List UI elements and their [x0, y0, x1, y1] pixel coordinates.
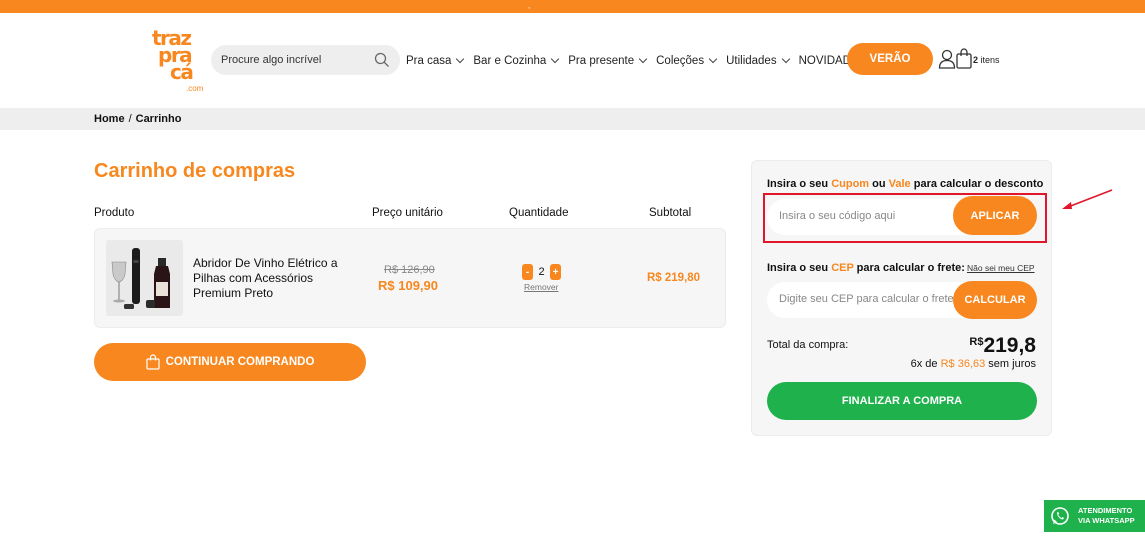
highlight-box: [763, 193, 1047, 243]
breadcrumb-separator: /: [128, 113, 132, 125]
calculate-shipping-button[interactable]: CALCULAR: [953, 281, 1037, 319]
quantity-stepper: - 2 +: [522, 264, 561, 280]
column-header-unit-price: Preço unitário: [372, 207, 443, 219]
breadcrumb-bar: Home / Carrinho: [0, 108, 1145, 130]
continue-shopping-label: CONTINUAR COMPRANDO: [165, 356, 315, 368]
logo-text-line4: .com: [186, 84, 204, 93]
site-logo[interactable]: traz pra cá .com: [150, 28, 208, 95]
whatsapp-support-button[interactable]: ATENDIMENTO VIA WHATSAPP: [1044, 500, 1145, 532]
user-icon[interactable]: [938, 49, 956, 69]
breadcrumb: Home / Carrinho: [94, 113, 181, 125]
cep-placeholder: Digite seu CEP para calcular o frete: [779, 293, 954, 305]
nav-item-utilidades[interactable]: Utilidades: [726, 54, 790, 67]
shopping-bag-icon: [145, 354, 160, 370]
installments-value: R$ 36,63: [940, 358, 986, 370]
installments-suffix: sem juros: [985, 358, 1036, 370]
nav-item-colecoes[interactable]: Coleções: [656, 54, 718, 67]
coupon-label-part: Insira o seu: [767, 178, 832, 190]
increase-quantity-button[interactable]: +: [550, 264, 561, 280]
order-summary-panel: Insira o seu Cupom ou Vale para calcular…: [751, 160, 1052, 436]
logo-text-line3: cá: [170, 60, 194, 84]
finalize-purchase-button[interactable]: FINALIZAR A COMPRA: [767, 382, 1037, 420]
quantity-value[interactable]: 2: [533, 266, 550, 278]
total-amount: 219,8: [983, 334, 1036, 357]
whatsapp-label: ATENDIMENTO VIA WHATSAPP: [1078, 506, 1135, 526]
chevron-down-icon: [781, 54, 790, 64]
whatsapp-label-line1: ATENDIMENTO: [1078, 506, 1133, 515]
total-label: Total da compra:: [767, 339, 849, 351]
unit-price: R$ 109,90: [378, 278, 438, 293]
chevron-down-icon: [708, 54, 718, 64]
nav-item-bar-e-cozinha[interactable]: Bar e Cozinha: [473, 54, 560, 67]
cart-item-row: Abridor De Vinho Elétrico a Pilhas com A…: [94, 228, 726, 328]
product-name[interactable]: Abridor De Vinho Elétrico a Pilhas com A…: [193, 256, 353, 301]
cart-count[interactable]: 2 itens: [973, 55, 1000, 65]
main-nav: Pra casa Bar e Cozinha Pra presente Cole…: [406, 53, 876, 69]
breadcrumb-home[interactable]: Home: [94, 113, 125, 125]
nav-item-pra-casa[interactable]: Pra casa: [406, 54, 465, 67]
cep-label: Insira o seu CEP para calcular o frete:: [767, 262, 965, 274]
shopping-bag-icon[interactable]: [956, 48, 972, 69]
chevron-down-icon: [456, 54, 465, 64]
nav-label: Pra presente: [568, 55, 635, 67]
page-title: Carrinho de compras: [94, 160, 296, 182]
decrease-quantity-button[interactable]: -: [522, 264, 533, 280]
coupon-label-part: ou: [869, 178, 889, 190]
cart-count-number: 2: [973, 55, 979, 65]
search-icon[interactable]: [374, 52, 390, 68]
installments-prefix: 6x de: [910, 358, 941, 370]
installments-info: 6x de R$ 36,63 sem juros: [911, 358, 1036, 370]
breadcrumb-current: Carrinho: [135, 113, 182, 125]
column-header-subtotal: Subtotal: [649, 207, 692, 219]
verao-button[interactable]: VERÃO: [847, 43, 933, 75]
column-header-product: Produto: [94, 207, 135, 219]
site-header: traz pra cá .com Procure algo incrível P…: [0, 13, 1145, 108]
chevron-down-icon: [551, 54, 560, 64]
remove-item-link[interactable]: Remover: [524, 282, 558, 292]
top-announcement-bar: ,: [0, 0, 1145, 13]
total-value: R$219,8: [969, 334, 1036, 358]
coupon-label-vale: Vale: [888, 178, 911, 190]
nav-label: Utilidades: [726, 55, 777, 67]
cep-label-part: para calcular o frete:: [853, 262, 965, 274]
column-header-quantity: Quantidade: [509, 207, 569, 219]
nav-label: Pra casa: [406, 55, 452, 67]
search-input[interactable]: Procure algo incrível: [211, 45, 400, 75]
cep-label-cep: CEP: [831, 262, 854, 274]
wine-opener-product-picture: [106, 240, 183, 316]
chevron-down-icon: [638, 54, 648, 64]
whatsapp-icon: [1051, 507, 1069, 525]
nav-label: Coleções: [656, 55, 705, 67]
search-placeholder: Procure algo incrível: [221, 54, 322, 66]
item-subtotal: R$ 219,80: [647, 272, 701, 284]
cep-label-part: Insira o seu: [767, 262, 832, 274]
continue-shopping-button[interactable]: CONTINUAR COMPRANDO: [94, 343, 366, 381]
dont-know-cep-link[interactable]: Não sei meu CEP: [967, 263, 1035, 273]
coupon-label-cupom: Cupom: [831, 178, 870, 190]
original-price: R$ 126,90: [384, 264, 435, 276]
total-currency: R$: [969, 336, 984, 348]
topbar-text: ,: [528, 1, 531, 10]
cart-count-suffix: itens: [980, 55, 1000, 65]
product-image[interactable]: [106, 240, 183, 316]
nav-label: Bar e Cozinha: [473, 55, 547, 67]
nav-item-pra-presente[interactable]: Pra presente: [568, 54, 648, 67]
red-arrow-annotation: [1062, 189, 1113, 209]
coupon-label-part: para calcular o desconto: [910, 178, 1044, 190]
coupon-label: Insira o seu Cupom ou Vale para calcular…: [767, 178, 1043, 190]
whatsapp-label-line2: VIA WHATSAPP: [1078, 516, 1135, 525]
